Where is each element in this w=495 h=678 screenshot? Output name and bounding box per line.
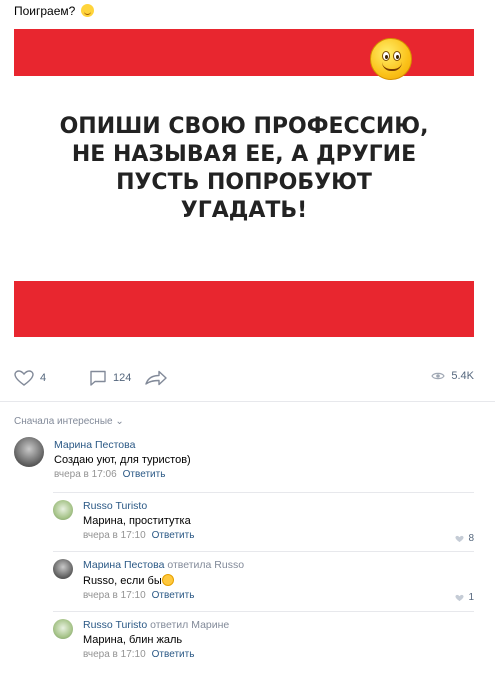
- comment-author[interactable]: Марина Пестова: [54, 439, 191, 451]
- reply-button[interactable]: Ответить: [152, 530, 195, 541]
- views-count: 5.4K: [451, 370, 474, 382]
- post-image[interactable]: ОПИШИ СВОЮ ПРОФЕССИЮ, НЕ НАЗЫВАЯ ЕЕ, А Д…: [14, 29, 474, 337]
- comment-separator: [53, 492, 474, 493]
- post-text-label: Поиграем?: [14, 4, 76, 18]
- reply-button[interactable]: Ответить: [152, 590, 195, 601]
- divider: [0, 401, 495, 402]
- comment-time[interactable]: вчера в 17:10: [83, 590, 146, 601]
- comment-meta: вчера в 17:10 Ответить: [83, 530, 194, 541]
- comment-item: Russo Turisto Марина, проститутка вчера …: [53, 500, 474, 546]
- avatar[interactable]: [53, 500, 73, 520]
- laughing-emoji-icon: [161, 574, 174, 586]
- comment-item: Марина Пестова Создаю уют, для туристов)…: [14, 437, 474, 487]
- chevron-down-icon: ⌄: [115, 416, 124, 427]
- post-text: Поиграем?: [14, 4, 94, 18]
- avatar[interactable]: [53, 619, 73, 639]
- red-band-bottom: [14, 281, 474, 337]
- comment-text: Russo, если бы: [83, 574, 244, 587]
- comment-meta: вчера в 17:06 Ответить: [54, 469, 191, 480]
- comment-like-count: 8: [468, 533, 474, 544]
- comment-like-button[interactable]: 1: [455, 592, 474, 603]
- comments-sort-dropdown[interactable]: Сначала интересные ⌄: [14, 416, 124, 427]
- headline-line: ОПИШИ СВОЮ ПРОФЕССИЮ,: [59, 114, 429, 139]
- share-icon: [145, 370, 167, 386]
- comment-author[interactable]: Марина Пестова ответила Russo: [83, 559, 244, 571]
- comment-meta: вчера в 17:10 Ответить: [83, 649, 229, 660]
- comment-icon: [90, 370, 106, 386]
- post-actions: 4 124 5.4K: [14, 368, 474, 388]
- avatar[interactable]: [53, 559, 73, 579]
- comment-like-button[interactable]: 8: [455, 533, 474, 544]
- headline-line: ПУСТЬ ПОПРОБУЮТ: [116, 170, 372, 195]
- reply-to-label[interactable]: ответил Марине: [150, 619, 229, 631]
- avatar[interactable]: [14, 437, 44, 467]
- comment-time[interactable]: вчера в 17:10: [83, 530, 146, 541]
- eye-icon: [431, 372, 446, 380]
- heart-icon: [455, 535, 464, 542]
- smiley-icon: [370, 38, 416, 84]
- comment-text: Марина, блин жаль: [83, 634, 183, 646]
- heart-icon: [14, 370, 34, 386]
- like-button[interactable]: 4: [14, 370, 46, 386]
- comment-like-count: 1: [468, 592, 474, 603]
- reply-button[interactable]: Ответить: [123, 469, 166, 480]
- headline-line: УГАДАТЬ!: [180, 198, 308, 223]
- comment-count: 124: [113, 372, 132, 384]
- heart-icon: [455, 594, 464, 601]
- comment-author[interactable]: Russo Turisto ответил Марине: [83, 619, 229, 631]
- comment-time[interactable]: вчера в 17:06: [54, 469, 117, 480]
- comment-separator: [53, 551, 474, 552]
- comment-meta: вчера в 17:10 Ответить: [83, 590, 244, 601]
- reply-button[interactable]: Ответить: [152, 649, 195, 660]
- image-headline: ОПИШИ СВОЮ ПРОФЕССИЮ, НЕ НАЗЫВАЯ ЕЕ, А Д…: [14, 113, 474, 225]
- comment-button[interactable]: 124: [89, 370, 131, 386]
- comment-item: Марина Пестова ответила Russo Russo, есл…: [53, 559, 474, 605]
- like-count: 4: [40, 372, 47, 384]
- reply-to-label[interactable]: ответила Russo: [167, 559, 244, 571]
- comment-text: Марина, проститутка: [83, 515, 191, 527]
- views-counter: 5.4K: [431, 370, 474, 382]
- comment-author[interactable]: Russo Turisto: [83, 500, 194, 512]
- smile-emoji-icon: [80, 4, 94, 17]
- share-button[interactable]: [144, 370, 168, 386]
- comment-item: Russo Turisto ответил Марине Марина, бли…: [53, 619, 474, 665]
- comment-text: Создаю уют, для туристов): [54, 454, 191, 466]
- comments-sort-label: Сначала интересные: [14, 416, 113, 427]
- comment-separator: [53, 611, 474, 612]
- comment-time[interactable]: вчера в 17:10: [83, 649, 146, 660]
- headline-line: НЕ НАЗЫВАЯ ЕЕ, А ДРУГИЕ: [71, 142, 417, 167]
